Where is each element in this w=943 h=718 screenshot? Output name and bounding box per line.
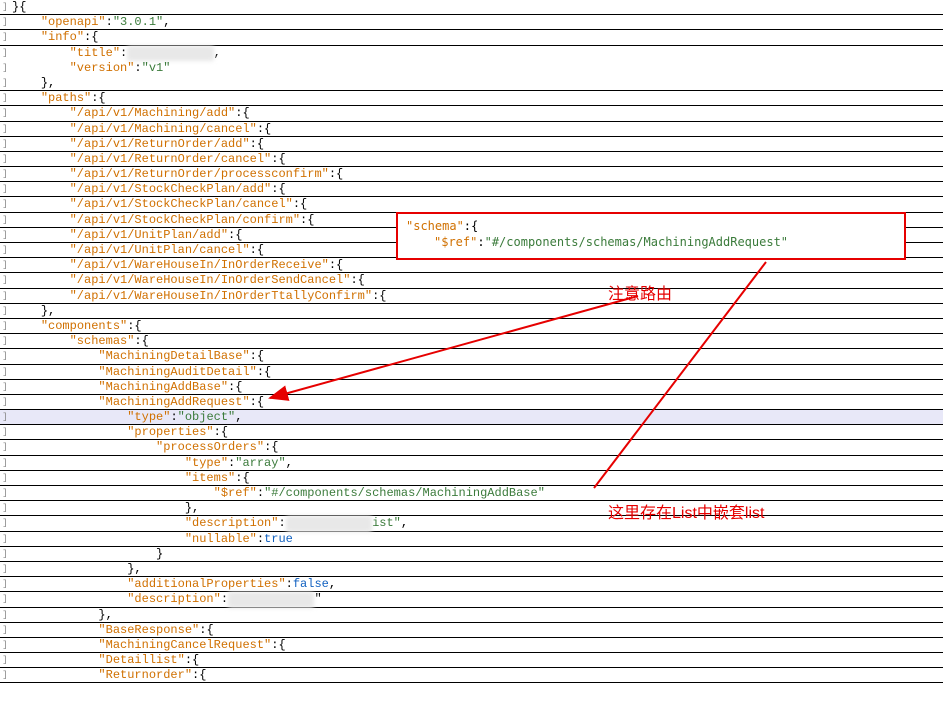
code-line: ] "type":"array", <box>0 456 943 471</box>
code-line: ] "/api/v1/Machining/cancel":{ <box>0 122 943 137</box>
code-line: ] "/api/v1/WareHouseIn/InOrderTtallyConf… <box>0 289 943 304</box>
schema-ref-callout: "schema":{ "$ref":"#/components/schemas/… <box>396 212 906 260</box>
code-line: ] "items":{ <box>0 471 943 486</box>
code-line: ] "description":████████████ist", <box>0 516 943 531</box>
code-line: ] "openapi":"3.0.1", <box>0 15 943 30</box>
code-line: ] "MachiningDetailBase":{ <box>0 349 943 364</box>
code-line: ] "/api/v1/ReturnOrder/processconfirm":{ <box>0 167 943 182</box>
code-line: ] "paths":{ <box>0 91 943 106</box>
code-line: ] }, <box>0 562 943 577</box>
code-line: ] "version":"v1" <box>0 61 943 76</box>
code-line: ] "/api/v1/Machining/add":{ <box>0 106 943 121</box>
code-line: ] }, <box>0 76 943 91</box>
code-viewer: ]}{] "openapi":"3.0.1",] "info":{] "titl… <box>0 0 943 683</box>
code-line: ] "Detaillist":{ <box>0 653 943 668</box>
code-line: ] "title":████████████, <box>0 46 943 61</box>
code-line: ] "MachiningAddBase":{ <box>0 380 943 395</box>
code-line: ] "Returnorder":{ <box>0 668 943 683</box>
code-line: ] }, <box>0 608 943 623</box>
code-line: ] "/api/v1/WareHouseIn/InOrderReceive":{ <box>0 258 943 273</box>
code-line: ] "schemas":{ <box>0 334 943 349</box>
annotation-nested-list-note: 这里存在List中嵌套list <box>608 499 764 523</box>
code-line: ] "/api/v1/StockCheckPlan/add":{ <box>0 182 943 197</box>
code-line: ] "/api/v1/ReturnOrder/cancel":{ <box>0 152 943 167</box>
code-line: ] "MachiningAuditDetail":{ <box>0 365 943 380</box>
code-line: ] "properties":{ <box>0 425 943 440</box>
code-line: ] "nullable":true <box>0 532 943 547</box>
code-line: ] "processOrders":{ <box>0 440 943 455</box>
code-line: ] "additionalProperties":false, <box>0 577 943 592</box>
code-line: ] "components":{ <box>0 319 943 334</box>
annotation-route-note: 注意路由 <box>608 280 672 304</box>
code-line: ] "MachiningCancelRequest":{ <box>0 638 943 653</box>
callout-line-2: "$ref":"#/components/schemas/MachiningAd… <box>406 234 896 250</box>
code-line: ] "/api/v1/StockCheckPlan/cancel":{ <box>0 197 943 212</box>
callout-line-1: "schema":{ <box>406 218 896 234</box>
code-line: ] "$ref":"#/components/schemas/Machining… <box>0 486 943 501</box>
code-line: ] }, <box>0 501 943 516</box>
code-line: ] }, <box>0 304 943 319</box>
code-line: ] "type":"object", <box>0 410 943 425</box>
code-line: ] "BaseResponse":{ <box>0 623 943 638</box>
code-line: ]}{ <box>0 0 943 15</box>
code-line: ] "MachiningAddRequest":{ <box>0 395 943 410</box>
code-line: ] "info":{ <box>0 30 943 45</box>
code-line: ] "description":████████████" <box>0 592 943 607</box>
code-line: ] } <box>0 547 943 562</box>
code-line: ] "/api/v1/WareHouseIn/InOrderSendCancel… <box>0 273 943 288</box>
code-line: ] "/api/v1/ReturnOrder/add":{ <box>0 137 943 152</box>
